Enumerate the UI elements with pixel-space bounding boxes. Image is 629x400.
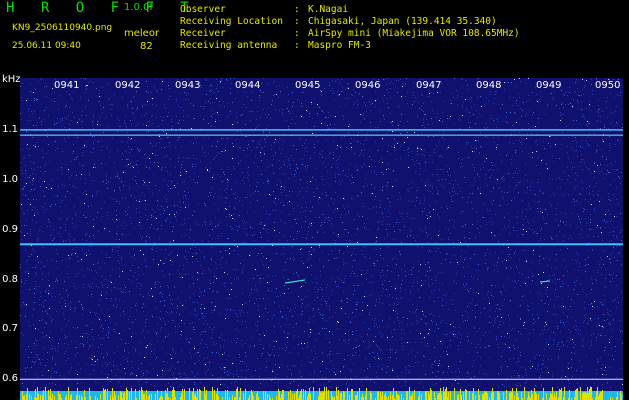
info-row-antenna: Receiving antenna: Maspro FM-3	[180, 40, 371, 51]
info-value: AirSpy mini (Miakejima VOR 108.65MHz)	[308, 28, 520, 39]
y-tick-label: 0.6	[2, 373, 18, 384]
version-label: 1.0.0f	[124, 2, 153, 13]
info-value: Chigasaki, Japan (139.414 35.340)	[308, 16, 497, 27]
x-tick-label: 0950	[595, 80, 621, 91]
info-key: Receiving antenna	[180, 40, 278, 51]
app-title: H R O F F T	[6, 0, 198, 16]
info-sep: :	[294, 4, 300, 15]
station-label: meleor	[124, 28, 160, 39]
x-tick-label: 0943	[175, 80, 201, 91]
x-tick-label: 0942	[115, 80, 141, 91]
y-tick-label: 1.0	[2, 174, 18, 185]
y-tick-label: 0.9	[2, 224, 18, 235]
y-axis-unit: kHz	[2, 74, 21, 85]
spectrogram-canvas	[20, 78, 623, 400]
header-panel: H R O F F T 1.0.0f KN9_2506110940.png me…	[0, 0, 629, 72]
x-tick-label: 0948	[476, 80, 502, 91]
x-tick-label: 0949	[536, 80, 562, 91]
datetime-label: 25.06.11 09:40	[12, 41, 81, 51]
y-tick-label: 0.7	[2, 323, 18, 334]
x-tick-label: 0941	[54, 80, 80, 91]
info-row-location: Receiving Location: Chigasaki, Japan (139…	[180, 16, 497, 27]
info-sep: :	[294, 16, 300, 27]
info-value: K.Nagai	[308, 4, 349, 15]
x-tick-label: 0945	[295, 80, 321, 91]
x-tick-label: 0947	[416, 80, 442, 91]
info-row-observer: Observer: K.Nagai	[180, 4, 348, 15]
spectrogram-plot	[20, 78, 623, 400]
y-tick-label: 1.1	[2, 124, 18, 135]
noise-speckles	[21, 78, 623, 385]
meteor-echo	[539, 280, 551, 283]
signal-trace-spikes	[22, 387, 622, 400]
info-sep: :	[294, 40, 300, 51]
info-sep: :	[294, 28, 300, 39]
noise-speckles	[20, 78, 623, 388]
info-row-receiver: Receiver: AirSpy mini (Miakejima VOR 108.…	[180, 28, 520, 39]
info-key: Receiver	[180, 28, 226, 39]
y-tick-label: 0.8	[2, 274, 18, 285]
filename-label: KN9_2506110940.png	[12, 23, 113, 33]
count-label: 82	[140, 41, 153, 52]
info-key: Observer	[180, 4, 226, 15]
x-tick-label: 0944	[235, 80, 261, 91]
meteor-echo	[284, 279, 306, 284]
x-tick-label: 0946	[355, 80, 381, 91]
info-value: Maspro FM-3	[308, 40, 371, 51]
info-key: Receiving Location	[180, 16, 283, 27]
noise-speckles	[20, 78, 623, 388]
